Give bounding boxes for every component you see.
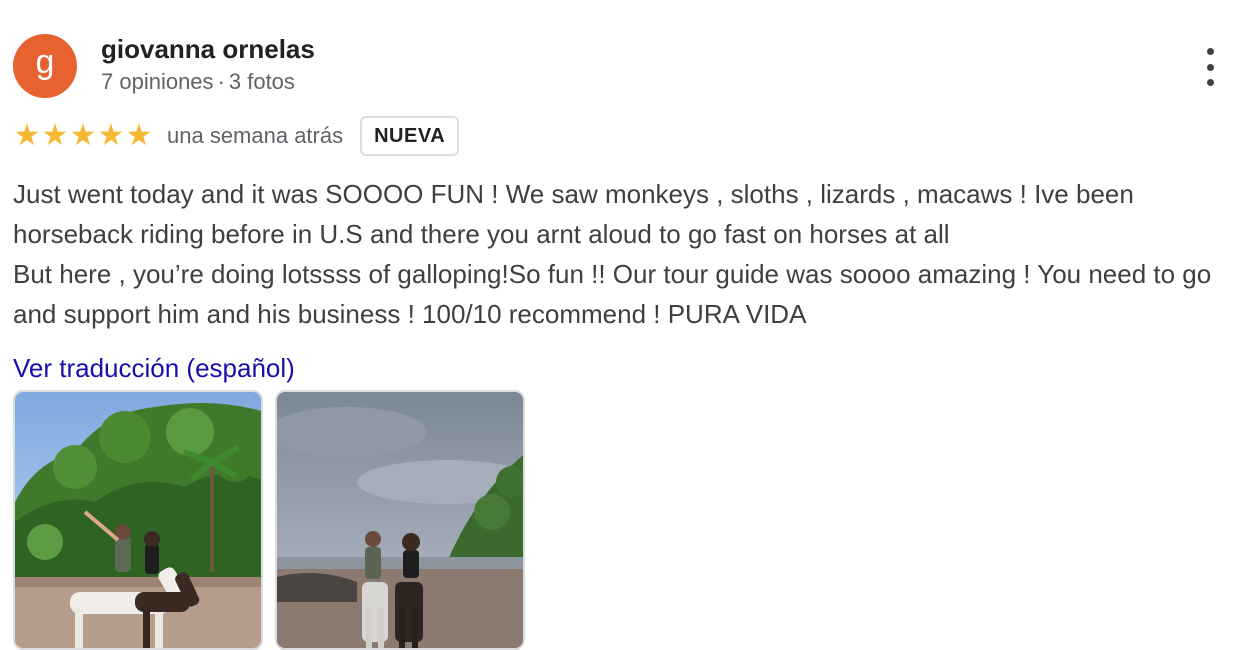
more-options-button[interactable] <box>1196 48 1224 86</box>
reviewer-name[interactable]: giovanna ornelas <box>101 34 315 65</box>
review-text: Just went today and it was SOOOO FUN ! W… <box>13 174 1243 334</box>
photo-horseback-jungle <box>15 392 261 648</box>
avatar-letter: g <box>35 43 55 81</box>
photos-count: 3 fotos <box>228 69 295 94</box>
star-icon: ★ <box>13 119 41 152</box>
new-badge: NUEVA <box>360 116 460 156</box>
review-photo[interactable] <box>13 390 263 650</box>
photo-horseback-beach <box>277 392 523 648</box>
translate-link[interactable]: Ver traducción (español) <box>13 353 295 384</box>
meta-separator: · <box>217 69 225 94</box>
reviewer-meta: 7 opiniones · 3 fotos <box>101 69 295 95</box>
avatar[interactable]: g <box>13 34 77 98</box>
star-icon: ★ <box>41 119 69 152</box>
star-icon: ★ <box>97 119 125 152</box>
review-paragraph: But here , you’re doing lotssss of gallo… <box>13 259 1212 329</box>
review-date: una semana atrás <box>167 123 344 148</box>
star-icon: ★ <box>69 119 97 152</box>
more-vert-icon <box>1206 48 1214 55</box>
more-vert-icon-dot <box>1206 63 1214 71</box>
star-icon: ★ <box>125 119 153 152</box>
rating-row: ★ ★ ★ ★ ★ una semana atrás NUEVA <box>13 114 460 158</box>
reviews-count: 7 opiniones <box>101 69 214 94</box>
review-paragraph: Just went today and it was SOOOO FUN ! W… <box>13 179 1134 249</box>
star-rating: ★ ★ ★ ★ ★ <box>13 121 153 151</box>
review-photo[interactable] <box>275 390 525 650</box>
more-vert-icon-dot <box>1206 79 1214 86</box>
